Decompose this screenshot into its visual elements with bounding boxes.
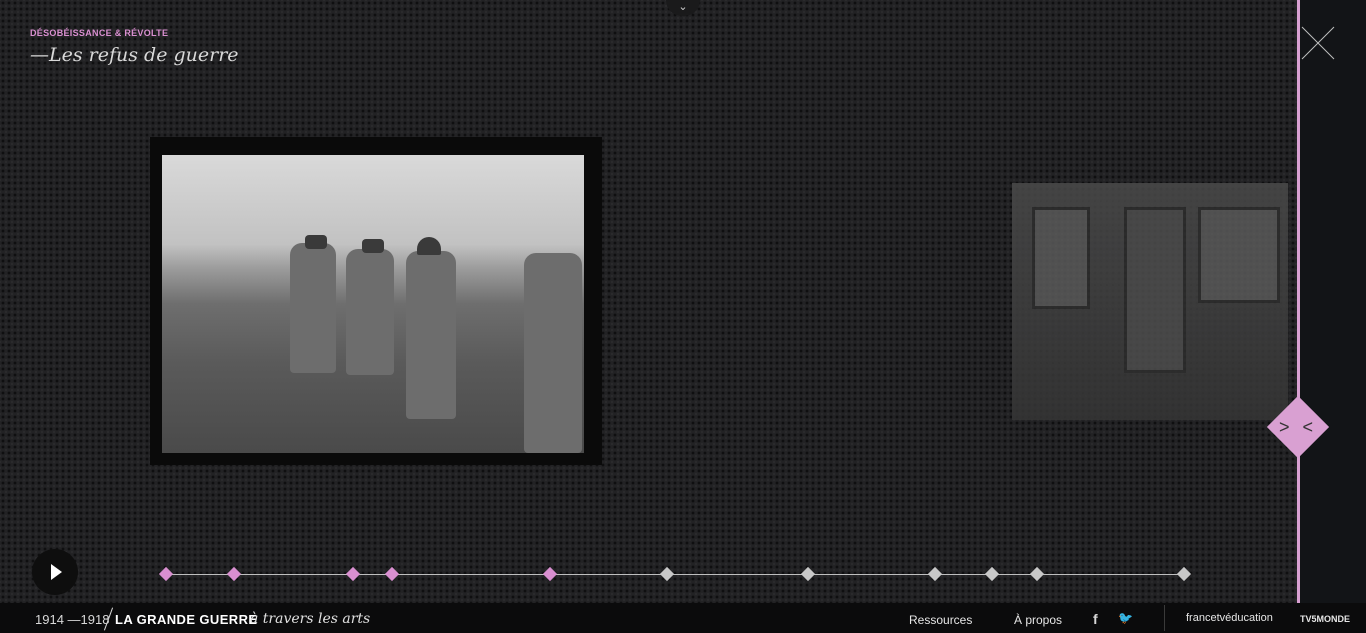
timeline-marker[interactable] (800, 566, 816, 582)
timeline-marker[interactable] (659, 566, 675, 582)
footer-brand[interactable]: LA GRANDE GUERRE (115, 612, 257, 627)
timeline-marker[interactable] (1029, 566, 1045, 582)
timeline-marker[interactable] (158, 566, 174, 582)
timeline-marker[interactable] (345, 566, 361, 582)
section-kicker: DÉSOBÉISSANCE & RÉVOLTE (30, 28, 169, 38)
partner-francetv-education[interactable]: francetvéducation (1186, 612, 1273, 624)
next-photo-preview[interactable] (1012, 183, 1288, 420)
timeline-marker[interactable] (542, 566, 558, 582)
play-button[interactable] (32, 549, 78, 595)
side-divider (1297, 0, 1300, 603)
timeline-marker[interactable] (226, 566, 242, 582)
twitter-icon[interactable]: 🐦 (1118, 611, 1133, 625)
main-photo[interactable] (150, 137, 602, 465)
page-title: —Les refus de guerre (30, 44, 239, 66)
footer-link-apropos[interactable]: À propos (1014, 613, 1062, 627)
timeline-marker[interactable] (1176, 566, 1192, 582)
main-stage: ⌄ DÉSOBÉISSANCE & RÉVOLTE —Les refus de … (0, 0, 1298, 603)
play-icon (51, 564, 62, 580)
timeline-marker[interactable] (384, 566, 400, 582)
photo-image (162, 155, 584, 453)
close-icon[interactable] (1300, 25, 1336, 61)
facebook-icon[interactable]: f (1093, 611, 1098, 627)
footer-separator (1164, 605, 1165, 631)
timeline-marker[interactable] (984, 566, 1000, 582)
footer-bar: 1914 —1918 LA GRANDE GUERRE à travers le… (0, 603, 1366, 633)
prev-next-arrows-icon: > < (1278, 417, 1318, 437)
partner-tv5monde[interactable]: TV5MONDE (1300, 614, 1350, 624)
timeline-marker[interactable] (927, 566, 943, 582)
chevron-down-icon[interactable]: ⌄ (666, 0, 700, 16)
footer-years: 1914 —1918 (35, 612, 110, 627)
footer-link-ressources[interactable]: Ressources (909, 613, 972, 627)
side-panel (1298, 0, 1366, 603)
footer-brand-subtitle: à travers les arts (250, 611, 371, 627)
